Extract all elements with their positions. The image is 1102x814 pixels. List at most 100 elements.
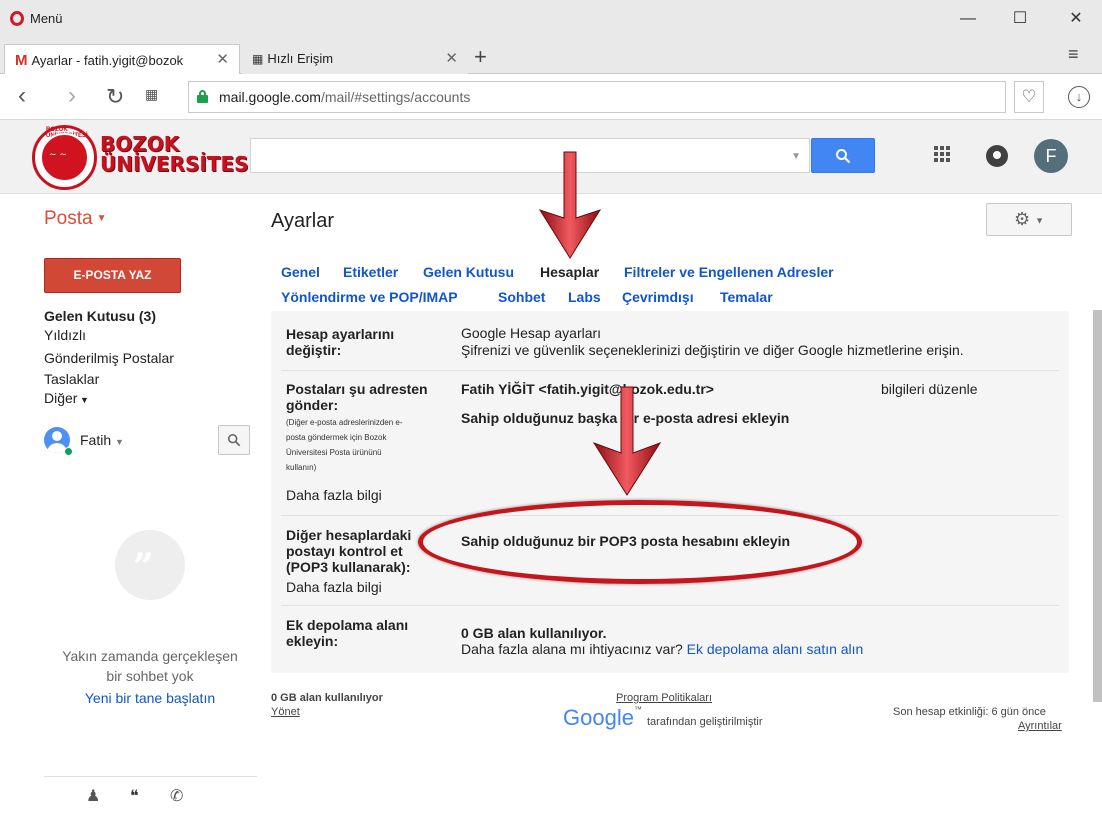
chevron-down-icon: ▼ [96,213,107,225]
nav-starred[interactable]: Yıldızlı [44,327,86,343]
university-seal-logo[interactable]: BOZOK ÜNİVERSİTESİ ~ ~ [32,125,97,190]
browser-titlebar: Menü — ☐ ✕ [0,0,1102,38]
divider [281,605,1059,606]
close-tab-icon[interactable]: ✕ [445,49,458,67]
lock-icon [197,90,208,103]
tab-offline[interactable]: Çevrimdışı [622,289,694,305]
compose-button[interactable]: E-POSTA YAZ [44,258,181,293]
manage-link[interactable]: Yönet [271,706,300,718]
chevron-down-icon: ▼ [1035,215,1045,226]
nav-drafts[interactable]: Taslaklar [44,371,99,387]
chevron-down-icon: ▼ [115,437,124,447]
search-options-icon[interactable]: ▼ [791,151,801,162]
tab-accounts[interactable]: Hesaplar [540,264,599,280]
minimize-button[interactable]: — [948,6,988,32]
hangouts-icon: ” [115,530,185,600]
search-icon [227,433,241,447]
close-window-button[interactable]: ✕ [1056,6,1096,32]
hangouts-user-row: Fatih ▼ [44,425,252,457]
send-as-label: Postaları şu adresten gönder: [286,381,428,413]
pop3-label: Diğer hesaplardaki postayı kontrol et (P… [286,527,411,575]
back-icon[interactable]: ‹ [18,82,26,110]
annotation-arrow-down [592,386,662,496]
url-path: /mail/#settings/accounts [320,89,471,105]
opera-logo-icon[interactable] [10,11,24,26]
highlight-ellipse [418,500,862,584]
hangouts-tab-icon[interactable]: ❝ [130,786,139,806]
divider [281,370,1059,371]
mail-switcher[interactable]: Posta ▼ [44,208,107,230]
new-tab-button[interactable]: + [474,44,487,70]
account-settings-desc: Şifrenizi ve güvenlik seçeneklerinizi de… [461,342,964,358]
settings-gear-button[interactable]: ⚙ ▼ [986,203,1072,236]
divider [44,776,257,777]
url-host: mail.google.com [219,89,321,105]
nav-sent[interactable]: Gönderilmiş Postalar [44,350,174,366]
program-policies-link[interactable]: Program Politikaları [616,692,712,704]
speed-dial-icon[interactable]: ▦ [145,86,158,103]
gear-icon: ⚙ [1013,209,1031,229]
note-line: posta göndermek için Bozok [286,433,387,442]
phone-icon[interactable]: ✆ [170,786,183,806]
pop3-more-info-link[interactable]: Daha fazla bilgi [286,579,382,595]
nav-more[interactable]: Diğer ▼ [44,390,89,406]
storage-label: Ek depolama alanı ekleyin: [286,617,408,649]
label-line: Hesap ayarlarını [286,326,395,342]
google-logo: Google™ [563,705,642,730]
forward-icon[interactable]: › [68,82,76,110]
tab-filters[interactable]: Filtreler ve Engellenen Adresler [624,264,834,280]
hangouts-user-name[interactable]: Fatih ▼ [80,432,124,448]
note-line: kullanın) [286,463,317,472]
label-line: Ek depolama alanı [286,617,409,633]
tab-themes[interactable]: Temalar [720,289,773,305]
start-chat-link[interactable]: Yeni bir tane başlatın [40,690,260,706]
tab-chat[interactable]: Sohbet [498,289,545,305]
notifications-icon[interactable] [986,145,1008,167]
account-avatar[interactable]: F [1034,139,1068,173]
edit-info-link[interactable]: bilgileri düzenle [881,381,978,397]
nav-inbox[interactable]: Gelen Kutusu (3) [44,308,156,324]
tab-inbox[interactable]: Gelen Kutusu [423,264,514,280]
tab-menu-icon[interactable]: ≡ [1068,44,1079,65]
online-status-icon [64,447,73,456]
apps-icon[interactable] [934,146,950,162]
tab-speed-dial[interactable]: ▦ Hızlı Erişim ✕ [242,44,468,74]
details-link[interactable]: Ayrıntılar [1018,720,1062,732]
address-bar-row: ‹ › ↻ ▦ mail.google.com/mail/#settings/a… [0,74,1102,120]
settings-table: Hesap ayarlarını değiştir: Google Hesap … [271,311,1069,673]
note-line: Üniversitesi Posta ürününü [286,448,382,457]
storage-question: Daha fazla alana mı ihtiyacınız var? Ek … [461,641,863,657]
tab-general[interactable]: Genel [281,264,320,280]
tab-settings-gmail[interactable]: M Ayarlar - fatih.yigit@bozok ✕ [4,44,240,74]
scrollbar[interactable] [1093,310,1102,702]
buy-storage-link[interactable]: Ek depolama alanı satın alın [687,641,864,657]
browser-tabbar: M Ayarlar - fatih.yigit@bozok ✕ ▦ Hızlı Er… [0,38,1102,74]
tab-labs[interactable]: Labs [568,289,601,305]
heart-icon[interactable]: ♡ [1014,81,1044,113]
google-logo-text: Google [563,705,634,730]
send-as-more-info-link[interactable]: Daha fazla bilgi [286,487,382,503]
university-logo-text: BOZOK ÜNİVERSİTESİ [100,134,256,174]
search-icon [836,149,851,164]
close-tab-icon[interactable]: ✕ [216,50,229,68]
maximize-button[interactable]: ☐ [1000,6,1040,32]
url-field[interactable]: mail.google.com/mail/#settings/accounts [188,81,1006,113]
posta-label: Posta [44,208,93,229]
search-button[interactable] [811,138,875,173]
tab-label: Ayarlar - fatih.yigit@bozok [31,53,184,68]
tab-label: Hızlı Erişim [267,51,334,66]
label-line: Postaları şu adresten [286,381,428,397]
person-icon[interactable]: ♟ [86,786,100,806]
google-account-link[interactable]: Google Hesap ayarları [461,325,601,341]
grid-icon: ▦ [252,52,264,66]
label-line: (POP3 kullanarak): [286,559,411,575]
user-name-label: Fatih [80,432,112,448]
hangouts-search-button[interactable] [218,425,250,455]
reload-icon[interactable]: ↻ [106,84,124,110]
tab-forwarding[interactable]: Yönlendirme ve POP/IMAP [281,289,458,305]
tab-labels[interactable]: Etiketler [343,264,398,280]
account-settings-label: Hesap ayarlarını değiştir: [286,326,394,358]
download-icon[interactable]: ↓ [1068,86,1090,108]
browser-menu[interactable]: Menü [30,11,63,26]
label-line: Diğer hesaplardaki [286,527,412,543]
